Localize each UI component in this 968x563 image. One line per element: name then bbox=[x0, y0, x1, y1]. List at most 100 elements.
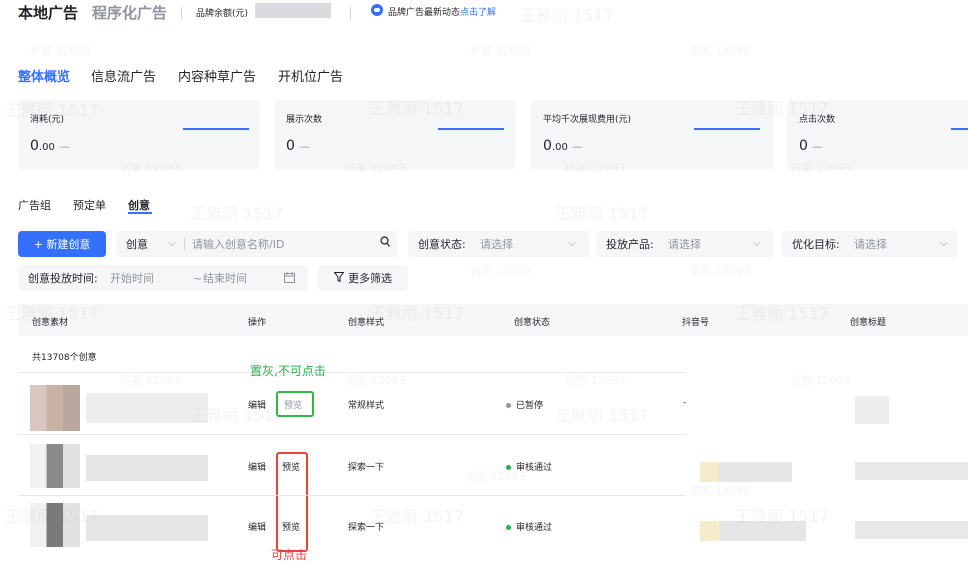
goal-select[interactable]: 优化目标: 请选择 ⌵ bbox=[782, 231, 958, 257]
divider bbox=[350, 7, 351, 19]
watermark: 访客 12093 bbox=[565, 374, 626, 387]
tab-local-ads[interactable]: 本地广告 bbox=[18, 2, 78, 23]
divider bbox=[181, 7, 182, 19]
creative-info bbox=[86, 515, 208, 541]
stat-value: 0— bbox=[286, 138, 310, 154]
edit-link[interactable]: 编辑 bbox=[248, 398, 266, 411]
stat-trend-line bbox=[438, 128, 504, 130]
goal-placeholder: 请选择 bbox=[854, 238, 887, 251]
tab-feed-ads[interactable]: 信息流广告 bbox=[91, 66, 156, 85]
watermark: 访客 12093 bbox=[470, 264, 531, 277]
product-label: 投放产品: bbox=[606, 238, 654, 251]
stat-trend-line bbox=[183, 128, 249, 130]
edit-link[interactable]: 编辑 bbox=[248, 520, 266, 533]
stat-value: 0.00— bbox=[30, 138, 70, 154]
edit-link[interactable]: 编辑 bbox=[248, 460, 266, 473]
stat-value: 0.00— bbox=[543, 138, 583, 154]
status-badge: 审核通过 bbox=[506, 460, 552, 473]
table-header bbox=[18, 304, 968, 336]
stat-card-clicks[interactable]: 点击次数 0— bbox=[787, 100, 968, 170]
status-badge: 审核通过 bbox=[506, 520, 552, 533]
creative-thumbnail[interactable] bbox=[30, 385, 80, 431]
column-header: 创意状态 bbox=[514, 318, 551, 328]
creative-count: 共13708个创意 bbox=[32, 353, 97, 363]
stat-card-cost[interactable]: 消耗(元) 0.00— bbox=[18, 100, 260, 170]
creative-thumbnail[interactable] bbox=[30, 444, 80, 488]
creative-info bbox=[86, 393, 208, 423]
stat-trend-line bbox=[951, 128, 968, 130]
preview-link[interactable]: 预览 bbox=[282, 520, 300, 533]
watermark: 访客 12093 bbox=[690, 264, 751, 277]
tab-overview[interactable]: 整体概览 bbox=[18, 66, 70, 85]
douyin-id bbox=[700, 521, 806, 541]
row-divider bbox=[18, 372, 686, 373]
chevron-down-icon: ⌵ bbox=[940, 238, 948, 249]
creative-style: 探索一下 bbox=[348, 523, 385, 533]
status-placeholder: 请选择 bbox=[480, 238, 513, 251]
type-select[interactable]: 创意 bbox=[126, 236, 148, 252]
chevron-down-icon: ⌵ bbox=[753, 238, 761, 249]
preview-link[interactable]: 预览 bbox=[282, 460, 300, 473]
tab-programmatic-ads[interactable]: 程序化广告 bbox=[92, 2, 167, 23]
time-end-input[interactable]: 结束时间 bbox=[203, 270, 247, 286]
creative-title bbox=[855, 396, 889, 424]
watermark: 访客 12093 bbox=[120, 374, 181, 387]
status-dot bbox=[506, 525, 511, 530]
watermark: 访客 12093 bbox=[30, 44, 91, 57]
more-filters-button[interactable]: 更多筛选 bbox=[318, 265, 408, 291]
divider bbox=[184, 238, 185, 250]
product-select[interactable]: 投放产品: 请选择 ⌵ bbox=[596, 231, 774, 257]
creative-title bbox=[855, 462, 968, 480]
stat-label: 消耗(元) bbox=[30, 115, 65, 125]
notice-icon bbox=[371, 4, 383, 16]
watermark: 访客 12093 bbox=[790, 374, 851, 387]
status-select[interactable]: 创意状态: 请选择 ⌵ bbox=[408, 231, 589, 257]
creative-style: 探索一下 bbox=[348, 463, 385, 473]
tab-content-ads[interactable]: 内容种草广告 bbox=[178, 66, 256, 85]
active-tab-indicator bbox=[128, 212, 152, 214]
creative-thumbnail[interactable] bbox=[30, 503, 80, 547]
search-icon[interactable] bbox=[380, 236, 390, 251]
stat-label: 展示次数 bbox=[286, 115, 323, 125]
goal-label: 优化目标: bbox=[792, 238, 840, 251]
time-range-picker[interactable]: 创意投放时间: 开始时间 ~ 结束时间 bbox=[18, 265, 308, 291]
watermark: 王雅丽 1517 bbox=[370, 507, 464, 526]
stat-trend-line bbox=[694, 128, 760, 130]
new-creative-button[interactable]: + 新建创意 bbox=[18, 231, 106, 257]
brand-balance-value bbox=[255, 3, 331, 18]
stat-card-cpm[interactable]: 平均千次展现费用(元) 0.00— bbox=[531, 100, 773, 170]
row-divider bbox=[18, 434, 686, 435]
column-header: 抖音号 bbox=[682, 318, 710, 328]
notice-link[interactable]: 点击了解 bbox=[460, 5, 496, 18]
creative-title bbox=[855, 521, 968, 539]
calendar-icon[interactable] bbox=[284, 272, 295, 286]
search-input[interactable]: 请输入创意名称/ID bbox=[192, 236, 284, 252]
notice-text: 品牌广告最新动态 bbox=[388, 8, 461, 18]
status-label: 创意状态: bbox=[418, 238, 466, 251]
time-start-input[interactable]: 开始时间 bbox=[110, 270, 154, 286]
status-badge: 已暂停 bbox=[506, 398, 543, 411]
watermark: 王雅丽 1517 bbox=[555, 406, 649, 425]
chevron-down-icon[interactable]: ⌵ bbox=[168, 238, 176, 249]
douyin-id: - bbox=[683, 398, 687, 408]
preview-link-disabled: 预览 bbox=[284, 401, 303, 411]
stat-card-impressions[interactable]: 展示次数 0— bbox=[274, 100, 516, 170]
column-header: 创意素材 bbox=[32, 318, 69, 328]
tab-booking[interactable]: 预定单 bbox=[73, 197, 106, 213]
stat-value: 0— bbox=[799, 138, 823, 154]
status-dot bbox=[506, 465, 511, 470]
watermark: 访客 12093 bbox=[470, 44, 531, 57]
chevron-down-icon: ⌵ bbox=[568, 238, 576, 249]
tab-creative[interactable]: 创意 bbox=[128, 197, 150, 213]
brand-balance-label: 品牌余额(元) bbox=[196, 9, 249, 19]
annotation-disabled-note: 置灰,不可点击 bbox=[250, 364, 326, 378]
column-header: 操作 bbox=[248, 318, 267, 328]
filter-icon bbox=[333, 271, 345, 285]
creative-info bbox=[86, 455, 208, 481]
search-group: 创意 ⌵ 请输入创意名称/ID bbox=[116, 231, 397, 257]
tab-ad-group[interactable]: 广告组 bbox=[18, 197, 51, 213]
douyin-id bbox=[700, 462, 792, 482]
time-label: 创意投放时间: bbox=[28, 272, 98, 285]
annotation-clickable-note: 可点击 bbox=[271, 548, 308, 562]
tab-splash-ads[interactable]: 开机位广告 bbox=[278, 66, 343, 85]
